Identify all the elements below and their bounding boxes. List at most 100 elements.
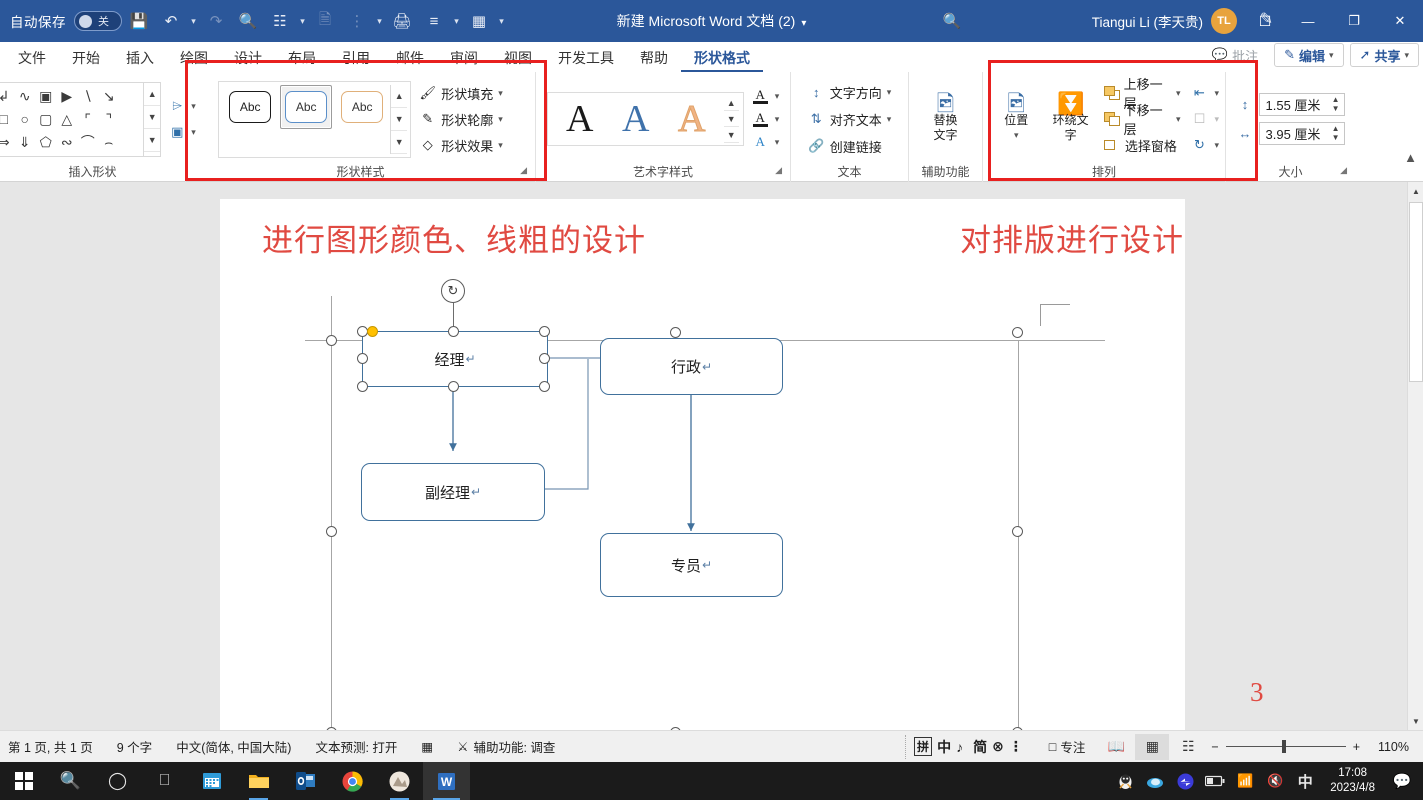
- editing-button[interactable]: ✎ 编辑 ▾: [1274, 43, 1343, 67]
- chevron-down-icon[interactable]: ▾: [1214, 114, 1219, 125]
- shapes-gallery-scroll[interactable]: ▲ ▼ ▼: [143, 83, 160, 156]
- numbering-icon[interactable]: ≡: [419, 7, 449, 35]
- wifi-icon[interactable]: 📶: [1230, 762, 1260, 800]
- text-fill-row[interactable]: A ▾: [750, 86, 780, 106]
- word-icon[interactable]: W: [423, 762, 470, 800]
- tab-file[interactable]: 文件: [0, 44, 59, 72]
- align-text-button[interactable]: ⇅ 对齐文本 ▾: [808, 108, 892, 131]
- ime-settings-icon[interactable]: ⊗: [992, 738, 1004, 755]
- chevron-down-icon[interactable]: ▾: [775, 114, 780, 125]
- shape-specialist[interactable]: 专员↵: [600, 533, 783, 597]
- file-explorer-icon[interactable]: [235, 762, 282, 800]
- accessibility-status[interactable]: ⚔ 辅助功能: 调查: [445, 731, 567, 763]
- align-objects-button[interactable]: ⇤ ▾: [1188, 82, 1219, 105]
- gallery-more-icon[interactable]: ▼: [724, 127, 739, 143]
- shape-oval-icon[interactable]: ○: [14, 108, 35, 131]
- page-info[interactable]: 第 1 页, 共 1 页: [0, 731, 105, 763]
- gallery-down-icon[interactable]: ▼: [144, 106, 160, 129]
- shape-curved-connector-icon[interactable]: ∿: [14, 85, 35, 108]
- numbering-dropdown-icon[interactable]: ▾: [451, 16, 462, 27]
- align-objects-icon[interactable]: ⇤: [1188, 82, 1210, 104]
- shape-adjust-handle[interactable]: [367, 326, 378, 337]
- rotate-icon[interactable]: ↻: [1188, 134, 1210, 156]
- vertical-scrollbar[interactable]: ▲ ▼: [1407, 182, 1423, 730]
- volume-muted-icon[interactable]: 🔇: [1260, 762, 1290, 800]
- search-icon[interactable]: 🔍: [233, 7, 263, 35]
- title-dropdown-icon[interactable]: ▾: [801, 18, 806, 29]
- zoom-out-icon[interactable]: −: [1211, 740, 1218, 754]
- gallery-more-icon[interactable]: ▼: [144, 129, 160, 152]
- ime-more-icon[interactable]: ⋮: [1009, 738, 1023, 755]
- size-dialog-launcher[interactable]: ◢: [1340, 160, 1347, 180]
- shape-handle-mid-left[interactable]: [357, 353, 368, 364]
- rotate-objects-button[interactable]: ↻ ▾: [1188, 134, 1219, 157]
- group-objects-icon[interactable]: ☐: [1188, 108, 1210, 130]
- print-layout-button[interactable]: ▦: [1135, 734, 1169, 760]
- create-link-button[interactable]: 🔗 创建链接: [808, 135, 892, 158]
- ime-simplified-icon[interactable]: 简: [973, 737, 987, 757]
- collapse-ribbon-icon[interactable]: ▲: [1404, 150, 1417, 165]
- position-button[interactable]: 🖻 位置 ▾: [989, 96, 1043, 143]
- shape-effects-button[interactable]: ◇ 形状效果 ▾: [419, 134, 503, 157]
- width-spinner[interactable]: ▲▼: [1332, 124, 1340, 142]
- redo-icon[interactable]: ↷: [201, 7, 231, 35]
- group-objects-button[interactable]: ☐ ▾: [1188, 108, 1219, 131]
- shape-elbow-connector-icon[interactable]: ↲: [0, 85, 14, 108]
- tab-design[interactable]: 设计: [221, 44, 275, 72]
- shape-handle-bottom-right[interactable]: [539, 381, 550, 392]
- undo-dropdown-icon[interactable]: ▾: [188, 16, 199, 27]
- task-view-icon[interactable]: ⎕: [141, 762, 188, 800]
- shape-textbox-icon[interactable]: ▣: [35, 85, 56, 108]
- shape-elbow2-icon[interactable]: ⌜: [77, 108, 98, 131]
- zoom-percent[interactable]: 110%: [1367, 740, 1409, 754]
- ime-pinyin-icon[interactable]: 拼: [914, 737, 932, 756]
- ime-toolbar[interactable]: 拼 中 ♪ ᳈ 简 ⊗ ⋮: [905, 735, 1031, 759]
- shape-width-input[interactable]: 3.95 厘米 ▲▼: [1259, 122, 1345, 145]
- ime-cn-icon[interactable]: 中: [1290, 762, 1320, 800]
- title-search-icon[interactable]: 🔍: [938, 8, 966, 34]
- tab-help[interactable]: 帮助: [627, 44, 681, 72]
- tab-mailings[interactable]: 邮件: [383, 44, 437, 72]
- shape-fill-button[interactable]: 🖌 形状填充 ▾: [419, 82, 503, 105]
- shape-rounded-rect-icon[interactable]: ▢: [35, 108, 56, 131]
- columns-dropdown-icon[interactable]: ▾: [374, 16, 385, 27]
- shape-scribble-icon[interactable]: ∾: [56, 131, 77, 154]
- shape-curve-icon[interactable]: ⌢: [98, 131, 119, 154]
- columns-icon[interactable]: ⋮: [342, 7, 372, 35]
- wordart-thumb-2[interactable]: A: [608, 95, 664, 143]
- wordart-thumb-1[interactable]: A: [552, 95, 608, 143]
- chevron-down-icon[interactable]: ▾: [1404, 50, 1409, 61]
- minimize-icon[interactable]: —: [1285, 0, 1331, 42]
- document-area[interactable]: 进行图形颜色、线粗的设计 对排版进行设计 3: [0, 182, 1423, 730]
- shape-style-thumb-2-selected[interactable]: Abc: [280, 85, 332, 129]
- bullets-icon[interactable]: ☷: [265, 7, 295, 35]
- tab-draw[interactable]: 绘图: [167, 44, 221, 72]
- save-icon[interactable]: 💾: [124, 7, 154, 35]
- shape-outline-button[interactable]: ✎ 形状轮廓 ▾: [419, 108, 503, 131]
- read-mode-button[interactable]: 📖: [1099, 734, 1133, 760]
- send-backward-button[interactable]: 下移一层 ▾: [1104, 108, 1181, 131]
- canvas-handle-mid-right[interactable]: [1012, 526, 1023, 537]
- alt-text-button[interactable]: 🖻 替换 文字: [917, 96, 975, 143]
- canvas-handle-top-left[interactable]: [326, 335, 337, 346]
- calendar-icon[interactable]: [188, 762, 235, 800]
- shape-down-arrow-icon[interactable]: ⇓: [14, 131, 35, 154]
- zoom-slider[interactable]: [1226, 740, 1346, 754]
- shape-pentagon-icon[interactable]: ⬠: [35, 131, 56, 154]
- zoom-thumb[interactable]: [1282, 740, 1286, 753]
- scrollbar-thumb[interactable]: [1409, 202, 1423, 382]
- photo-icon[interactable]: [376, 762, 423, 800]
- height-spinner[interactable]: ▲▼: [1332, 95, 1340, 113]
- text-fill-icon[interactable]: A: [750, 86, 771, 106]
- focus-mode-button[interactable]: □ 专注: [1037, 731, 1098, 763]
- language-status[interactable]: 中文(简体, 中国大陆): [164, 731, 303, 763]
- document-page[interactable]: 进行图形颜色、线粗的设计 对排版进行设计 3: [220, 199, 1185, 730]
- wordart-dialog-launcher[interactable]: ◢: [775, 160, 782, 180]
- shape-elbow3-icon[interactable]: ⌝: [98, 108, 119, 131]
- ribbon-display-options-icon[interactable]: ☐: [1245, 0, 1285, 42]
- share-button[interactable]: ➚ 共享 ▾: [1350, 43, 1419, 67]
- shape-handle-bottom-left[interactable]: [357, 381, 368, 392]
- proofing-icon[interactable]: ▦: [409, 731, 445, 763]
- wordart-gallery[interactable]: A A A ▲ ▼ ▼: [547, 92, 744, 146]
- shape-line-icon[interactable]: ∖: [77, 85, 98, 108]
